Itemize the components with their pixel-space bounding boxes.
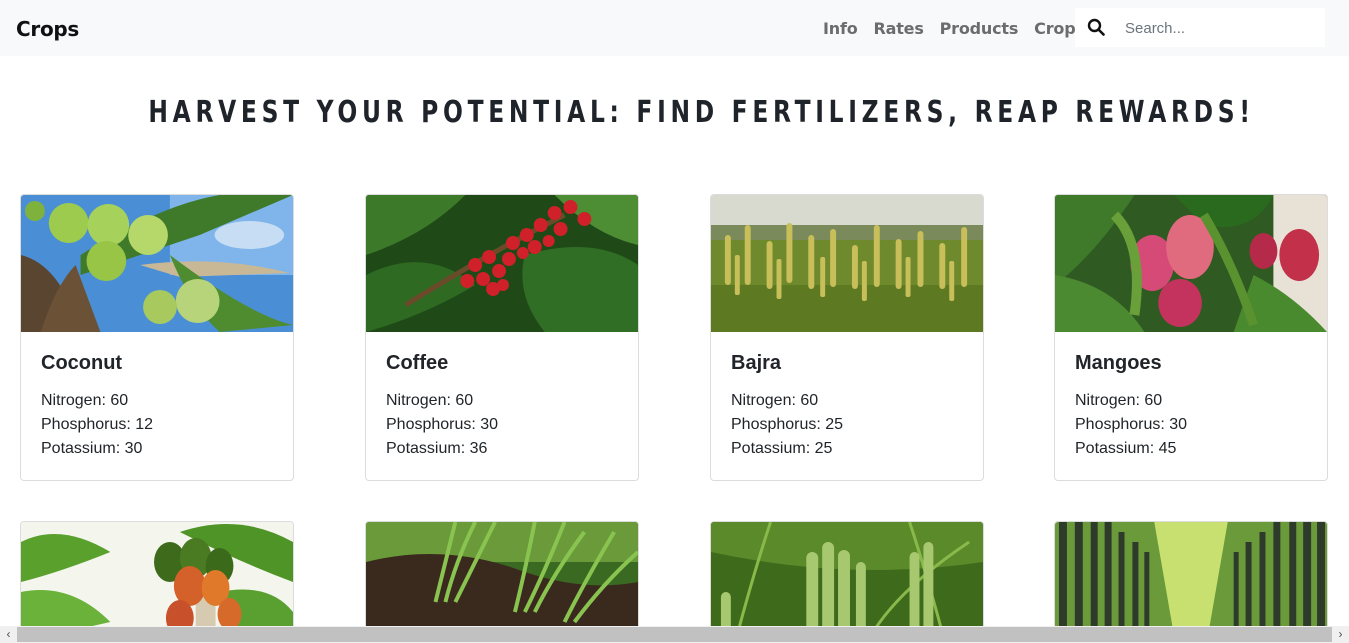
phosphorus-value: Phosphorus: 25 [731, 416, 844, 433]
scrollbar-thumb[interactable] [17, 627, 1332, 642]
nav-link-info[interactable]: Info [823, 19, 858, 38]
crop-card-bajra[interactable]: Bajra Nitrogen: 60 Phosphorus: 25 Potass… [710, 194, 984, 481]
search-box [1075, 8, 1325, 47]
search-icon[interactable] [1087, 18, 1105, 36]
horizontal-scrollbar[interactable]: ‹ › [0, 626, 1349, 643]
potassium-value: Potassium: 30 [41, 440, 143, 457]
crop-card-mangoes[interactable]: Mangoes Nitrogen: 60 Phosphorus: 30 Pota… [1054, 194, 1328, 481]
nav-links: Info Rates Products Crops [823, 19, 1085, 38]
crop-card-coffee[interactable]: Coffee Nitrogen: 60 Phosphorus: 30 Potas… [365, 194, 639, 481]
card-body: Bajra Nitrogen: 60 Phosphorus: 25 Potass… [711, 332, 983, 479]
nitrogen-value: Nitrogen: 60 [731, 392, 819, 409]
bajra-image [711, 195, 983, 332]
search-input[interactable] [1125, 16, 1315, 40]
nav-link-rates[interactable]: Rates [874, 19, 924, 38]
papaya-image [21, 522, 293, 640]
card-title: Bajra [731, 352, 782, 374]
card-body: Coffee Nitrogen: 60 Phosphorus: 30 Potas… [366, 332, 638, 479]
crop-card-papaya[interactable] [20, 521, 294, 641]
scroll-left-arrow[interactable]: ‹ [0, 626, 17, 643]
phosphorus-value: Phosphorus: 30 [1075, 416, 1188, 433]
scroll-right-arrow[interactable]: › [1332, 626, 1349, 643]
potassium-value: Potassium: 36 [386, 440, 488, 457]
coconut-image [21, 195, 293, 332]
coffee-image [366, 195, 638, 332]
potassium-value: Potassium: 25 [731, 440, 833, 457]
sugarcane-image [1055, 522, 1327, 640]
potassium-value: Potassium: 45 [1075, 440, 1177, 457]
brand-logo[interactable]: Crops [16, 17, 79, 41]
card-title: Coffee [386, 352, 449, 374]
nitrogen-value: Nitrogen: 60 [386, 392, 474, 409]
navbar: Crops Info Rates Products Crops [0, 0, 1349, 56]
card-title: Mangoes [1075, 352, 1162, 374]
mangoes-image [1055, 195, 1327, 332]
crop-card-onion[interactable] [365, 521, 639, 641]
crop-card-ragi[interactable] [710, 521, 984, 641]
card-body: Coconut Nitrogen: 60 Phosphorus: 12 Pota… [21, 332, 293, 479]
phosphorus-value: Phosphorus: 30 [386, 416, 499, 433]
crop-card-sugarcane[interactable] [1054, 521, 1328, 641]
nitrogen-value: Nitrogen: 60 [41, 392, 129, 409]
onion-image [366, 522, 638, 640]
crop-card-coconut[interactable]: Coconut Nitrogen: 60 Phosphorus: 12 Pota… [20, 194, 294, 481]
page-headline: HARVEST YOUR POTENTIAL: FIND FERTILIZERS… [148, 95, 1255, 130]
phosphorus-value: Phosphorus: 12 [41, 416, 154, 433]
card-body: Mangoes Nitrogen: 60 Phosphorus: 30 Pota… [1055, 332, 1327, 479]
ragi-image [711, 522, 983, 640]
nav-link-products[interactable]: Products [940, 19, 1019, 38]
nitrogen-value: Nitrogen: 60 [1075, 392, 1163, 409]
card-title: Coconut [41, 352, 123, 374]
